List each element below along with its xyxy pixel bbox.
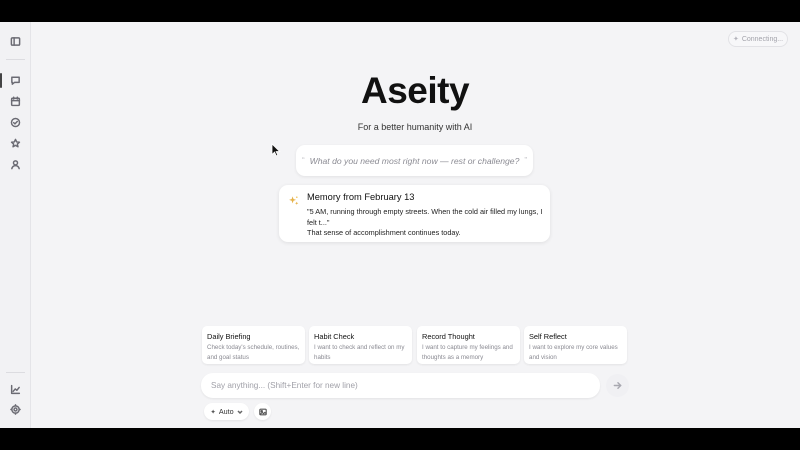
sparkle-icon: ✦: [210, 408, 216, 416]
quick-actions: Daily Briefing Check today's schedule, r…: [202, 326, 628, 364]
mouse-cursor-icon: [271, 143, 281, 157]
sidebar-divider: [6, 59, 25, 60]
quick-action-record-thought[interactable]: Record Thought I want to capture my feel…: [417, 326, 520, 364]
sidebar-item-analytics[interactable]: [6, 380, 25, 399]
daily-prompt[interactable]: “ What do you need most right now — rest…: [296, 145, 533, 176]
sidebar-item-settings[interactable]: [6, 400, 25, 419]
quick-action-daily-briefing[interactable]: Daily Briefing Check today's schedule, r…: [202, 326, 305, 364]
quick-action-title: Record Thought: [422, 332, 475, 341]
quick-action-title: Self Reflect: [529, 332, 567, 341]
send-button[interactable]: [606, 374, 629, 397]
user-icon: [11, 160, 20, 170]
quick-action-self-reflect[interactable]: Self Reflect I want to explore my core v…: [524, 326, 627, 364]
image-icon: [258, 408, 267, 415]
mode-selector-button[interactable]: ✦ Auto: [204, 403, 249, 420]
settings-icon: [10, 404, 21, 415]
memory-card[interactable]: Memory from February 13 "5 AM, running t…: [279, 185, 550, 242]
sidebar-item-profile[interactable]: [6, 155, 25, 174]
mode-selector-label: Auto: [218, 407, 234, 416]
quick-action-title: Habit Check: [314, 332, 355, 341]
connection-status-label: Connecting...: [741, 35, 784, 43]
sidebar-toggle-button[interactable]: [6, 32, 25, 51]
close-quote-icon: ”: [524, 156, 528, 165]
app-subtitle: For a better humanity with AI: [357, 122, 473, 132]
memory-footer: That sense of accomplishment continues t…: [307, 228, 461, 237]
quick-action-desc: I want to explore my core values and vis…: [529, 344, 618, 361]
chart-icon: [10, 384, 21, 395]
daily-prompt-text: What do you need most right now — rest o…: [309, 155, 520, 166]
quick-action-title: Daily Briefing: [207, 332, 251, 341]
sparkle-icon: ✦: [732, 36, 739, 43]
message-input-container: [201, 373, 600, 398]
chevron-down-icon: [237, 409, 243, 414]
quick-action-desc: I want to capture my feelings and though…: [422, 344, 513, 361]
open-quote-icon: “: [301, 156, 305, 165]
sidebar-item-favorites[interactable]: [6, 134, 25, 153]
app-title: Aseity: [360, 70, 470, 111]
sparkles-icon: [289, 196, 299, 205]
quick-action-habit-check[interactable]: Habit Check I want to check and reflect …: [309, 326, 412, 364]
arrow-right-icon: [613, 382, 622, 389]
quick-action-desc: I want to check and reflect on my habits: [314, 344, 405, 361]
quick-action-desc: Check today's schedule, routines, and go…: [207, 344, 300, 361]
app-window: ✦ Connecting... Aseity For a better huma…: [0, 22, 800, 428]
connection-status: ✦ Connecting...: [728, 31, 788, 47]
memory-title: Memory from February 13: [307, 192, 415, 202]
sidebar-divider: [6, 372, 25, 373]
message-input[interactable]: [211, 373, 591, 398]
star-icon: [10, 138, 21, 148]
memory-quote: "5 AM, running through empty streets. Wh…: [307, 207, 543, 227]
attach-image-button[interactable]: [254, 403, 271, 420]
sidebar-toggle-icon: [10, 37, 21, 46]
